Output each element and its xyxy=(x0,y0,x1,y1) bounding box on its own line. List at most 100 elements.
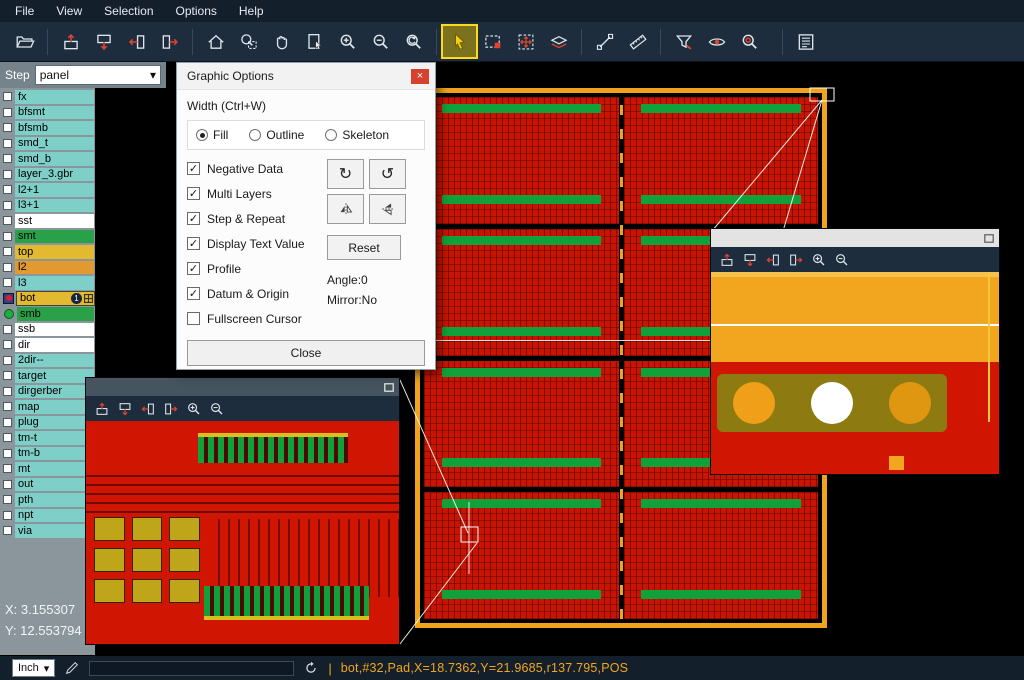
layer-checkbox[interactable] xyxy=(3,418,12,427)
rotate-cw-button[interactable]: ↻ xyxy=(327,159,364,189)
dialog-close-button[interactable]: × xyxy=(411,69,429,84)
layer-checkbox[interactable] xyxy=(3,154,12,163)
checkbox-negative-data[interactable]: ✓Negative Data xyxy=(187,156,327,181)
layer-checkbox[interactable] xyxy=(3,278,12,287)
layer-row[interactable]: smt xyxy=(0,229,95,245)
refresh-button[interactable] xyxy=(303,660,319,676)
layer-checkbox[interactable] xyxy=(3,371,12,380)
layer-name[interactable]: dirgerber xyxy=(15,385,94,399)
layer-row[interactable]: sst xyxy=(0,213,95,229)
transform-select-button[interactable] xyxy=(509,26,542,57)
layer-row-active[interactable]: bot1 xyxy=(0,291,95,307)
layer-checkbox[interactable] xyxy=(3,526,12,535)
layer-checkbox[interactable] xyxy=(3,201,12,210)
layer-checkbox[interactable] xyxy=(3,232,12,241)
layer-row[interactable]: ssb xyxy=(0,322,95,338)
layer-row[interactable]: npt xyxy=(0,508,95,524)
layer-name[interactable]: tm-b xyxy=(15,447,94,461)
layer-checkbox[interactable] xyxy=(3,402,12,411)
rect-select-button[interactable] xyxy=(476,26,509,57)
zoom-out-button[interactable] xyxy=(364,26,397,57)
zoom-in-button[interactable] xyxy=(811,252,827,268)
export-bottom-button[interactable] xyxy=(87,26,120,57)
layer-name[interactable]: smt xyxy=(15,230,94,244)
layer-name[interactable]: top xyxy=(15,245,94,259)
export-right-button[interactable] xyxy=(788,252,804,268)
import-left-button[interactable] xyxy=(140,401,156,417)
checkbox-multi-layers[interactable]: ✓Multi Layers xyxy=(187,181,327,206)
layer-name[interactable]: ssb xyxy=(15,323,94,337)
select-object-button[interactable] xyxy=(298,26,331,57)
home-view-button[interactable] xyxy=(199,26,232,57)
layer-row[interactable]: smb xyxy=(0,306,95,322)
layer-checkbox[interactable] xyxy=(3,356,12,365)
layer-name[interactable]: out xyxy=(15,478,94,492)
import-top-button[interactable] xyxy=(719,252,735,268)
zoom-in-button[interactable] xyxy=(186,401,202,417)
restore-window-icon[interactable] xyxy=(984,234,994,243)
layer-checkbox[interactable] xyxy=(3,449,12,458)
zoom-window-titlebar[interactable] xyxy=(86,378,399,396)
zoom-window-button[interactable] xyxy=(232,26,265,57)
layer-row[interactable]: l2 xyxy=(0,260,95,276)
layer-name[interactable]: map xyxy=(15,400,94,414)
select-cursor-button[interactable] xyxy=(443,26,476,57)
ruler-measure-button[interactable] xyxy=(621,26,654,57)
layer-checkbox[interactable] xyxy=(3,263,12,272)
checkbox-profile[interactable]: ✓Profile xyxy=(187,256,327,281)
layer-name[interactable]: l2 xyxy=(15,261,94,275)
layer-name[interactable]: plug xyxy=(15,416,94,430)
layer-name[interactable]: layer_3.gbr xyxy=(15,168,94,182)
layer-row[interactable]: target xyxy=(0,368,95,384)
layer-row[interactable]: dirgerber xyxy=(0,384,95,400)
menu-options[interactable]: Options xyxy=(165,0,228,22)
layer-name[interactable]: sst xyxy=(15,214,94,228)
layer-name[interactable]: mt xyxy=(15,462,94,476)
layer-name[interactable]: l3 xyxy=(15,276,94,290)
zoom-window-bottom[interactable] xyxy=(85,377,400,645)
import-top-button[interactable] xyxy=(54,26,87,57)
layer-name[interactable]: pth xyxy=(15,493,94,507)
zoom-window-right[interactable] xyxy=(710,228,1000,475)
layer-name[interactable]: fx xyxy=(15,90,94,104)
layer-row[interactable]: tm-b xyxy=(0,446,95,462)
layer-checkbox[interactable] xyxy=(3,387,12,396)
layer-checkbox[interactable] xyxy=(3,170,12,179)
layer-name[interactable]: bot1 xyxy=(17,292,94,306)
zoom-in-button[interactable] xyxy=(331,26,364,57)
export-bottom-button[interactable] xyxy=(117,401,133,417)
checkbox-step-repeat[interactable]: ✓Step & Repeat xyxy=(187,206,327,231)
layers-stack-button[interactable] xyxy=(542,26,575,57)
layer-checkbox[interactable] xyxy=(3,340,12,349)
layer-checkbox[interactable] xyxy=(3,480,12,489)
checkbox-fullscreen-cursor[interactable]: Fullscreen Cursor xyxy=(187,306,327,331)
layer-checkbox[interactable] xyxy=(3,92,12,101)
layer-name[interactable]: 2dir-- xyxy=(15,354,94,368)
find-button[interactable] xyxy=(733,26,766,57)
highlight-view-button[interactable] xyxy=(700,26,733,57)
radio-fill[interactable]: Fill xyxy=(196,128,228,142)
layer-row[interactable]: mt xyxy=(0,461,95,477)
layer-checkbox[interactable] xyxy=(3,325,12,334)
layer-checkbox[interactable] xyxy=(3,464,12,473)
checkbox-datum-origin[interactable]: ✓Datum & Origin xyxy=(187,281,327,306)
layer-row[interactable]: layer_3.gbr xyxy=(0,167,95,183)
export-right-button[interactable] xyxy=(163,401,179,417)
layer-row[interactable]: l3+1 xyxy=(0,198,95,214)
step-dropdown[interactable]: panel ▾ xyxy=(35,65,161,85)
layer-row[interactable]: l3 xyxy=(0,275,95,291)
filter-button[interactable] xyxy=(667,26,700,57)
layer-name[interactable]: bfsmt xyxy=(15,106,94,120)
layer-row[interactable]: plug xyxy=(0,415,95,431)
layer-row[interactable]: dir xyxy=(0,337,95,353)
open-file-button[interactable] xyxy=(8,26,41,57)
layer-checkbox[interactable] xyxy=(3,139,12,148)
layer-name[interactable]: l3+1 xyxy=(15,199,94,213)
layer-row[interactable]: bfsmt xyxy=(0,105,95,121)
radio-outline[interactable]: Outline xyxy=(249,128,304,142)
layer-row[interactable]: tm-t xyxy=(0,430,95,446)
import-left-button[interactable] xyxy=(120,26,153,57)
menu-view[interactable]: View xyxy=(45,0,93,22)
layer-checkbox[interactable] xyxy=(3,433,12,442)
layer-name[interactable]: target xyxy=(15,369,94,383)
